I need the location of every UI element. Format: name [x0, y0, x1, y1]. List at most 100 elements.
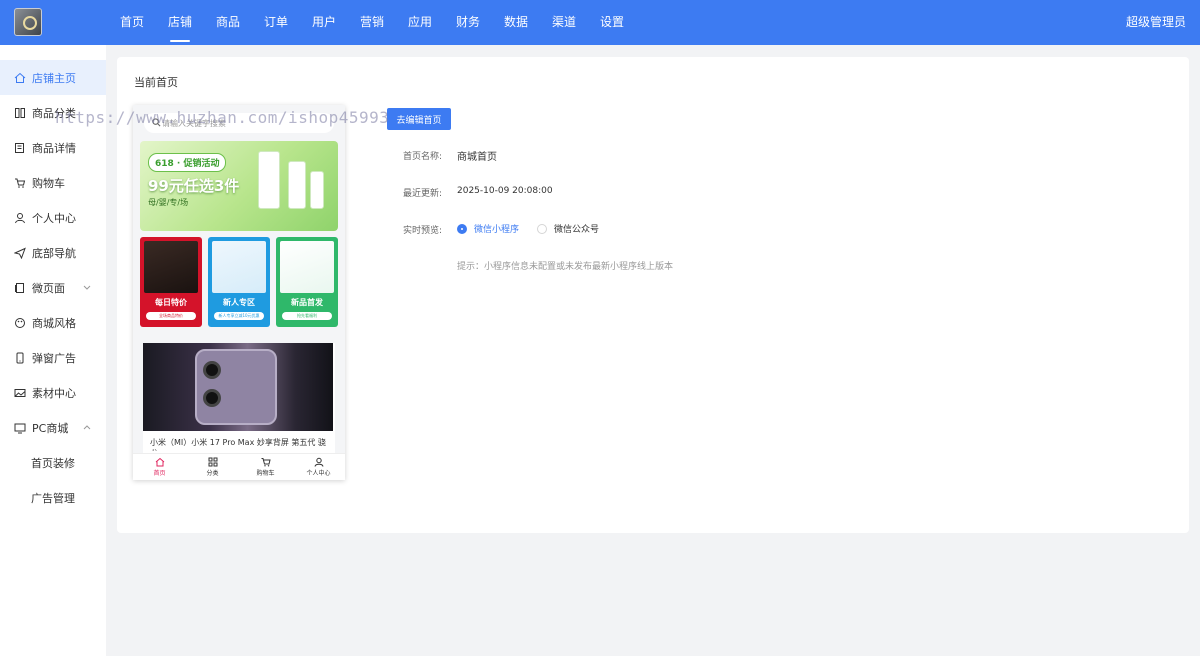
- phone-search-placeholder: 请输入关键字搜索: [162, 118, 226, 128]
- nav-item[interactable]: 订单: [252, 0, 300, 45]
- sidebar-item[interactable]: 商品详情: [0, 130, 106, 165]
- sidebar-item[interactable]: 弹窗广告: [0, 340, 106, 375]
- nav-item[interactable]: 设置: [588, 0, 636, 45]
- nav-item[interactable]: 店铺: [156, 0, 204, 45]
- sidebar-item-label: 微页面: [32, 281, 65, 295]
- top-navbar: 首页 店铺 商品 订单 用户 营销 应用 财务 数据 渠道 设置 超级管理员: [0, 0, 1200, 45]
- category-icon: [14, 107, 26, 119]
- sidebar-item-label: 弹窗广告: [32, 351, 76, 365]
- grid-icon: [186, 457, 239, 467]
- phone-tab-label: 个人中心: [306, 470, 331, 477]
- phone-tab[interactable]: 个人中心: [292, 454, 345, 480]
- tile-image: [212, 241, 266, 293]
- camera-lens: [203, 389, 221, 407]
- preview-label: 实时预览:: [403, 226, 443, 236]
- banner-product-image: [288, 161, 306, 209]
- promo-tile[interactable]: 新品首发 抢先看福利: [276, 237, 338, 327]
- phone-tab[interactable]: 首页: [133, 454, 186, 480]
- radio-dot: [537, 223, 547, 234]
- radio-label: 微信小程序: [474, 225, 520, 235]
- promo-tile[interactable]: 每日特价全场商品特价: [140, 237, 202, 327]
- nav-item[interactable]: 商品: [204, 0, 252, 45]
- monitor-icon: [14, 422, 26, 434]
- nav-item[interactable]: 应用: [396, 0, 444, 45]
- phone-tab[interactable]: 分类: [186, 454, 239, 480]
- camera-lens: [203, 361, 221, 379]
- sidebar-item[interactable]: 购物车: [0, 165, 106, 200]
- nav-item[interactable]: 首页: [108, 0, 156, 45]
- sidebar-item[interactable]: PC商城: [0, 410, 106, 445]
- image-icon: [14, 387, 26, 399]
- sidebar-item-label: 个人中心: [32, 211, 76, 225]
- name-label: 首页名称:: [403, 152, 443, 162]
- search-icon: [152, 118, 161, 127]
- phone-tab-label: 分类: [206, 470, 219, 477]
- tile-title: 每日特价: [155, 298, 187, 307]
- tile-subtitle: 全场商品特价: [146, 312, 196, 320]
- user-icon: [14, 212, 26, 224]
- tile-image: [144, 241, 198, 293]
- nav-item[interactable]: 用户: [300, 0, 348, 45]
- sidebar-item-label: 购物车: [32, 176, 65, 190]
- product-image: [143, 343, 333, 431]
- edit-homepage-button[interactable]: 去编辑首页: [387, 108, 451, 130]
- logo[interactable]: [14, 8, 42, 36]
- page-icon: [14, 282, 26, 294]
- promo-tiles: 每日特价 全场商品特价 新人专区 新人专享立减10元优惠 新品首发 抢先看福利: [140, 237, 338, 327]
- sidebar-item-label: PC商城: [32, 421, 69, 435]
- product-title: 小米（MI）小米 17 Pro Max 妙享背屏 第五代 骁龙: [150, 438, 326, 451]
- radio-wechat-official[interactable]: 微信公众号: [537, 222, 599, 235]
- phone-camera-image: [195, 349, 277, 425]
- sidebar-item-label: 商品分类: [32, 106, 76, 120]
- sidebar-item[interactable]: 商品分类: [0, 95, 106, 130]
- sidebar-item[interactable]: 广告管理: [0, 480, 106, 515]
- tile-title: 新人专区: [223, 298, 255, 307]
- nav-item[interactable]: 数据: [492, 0, 540, 45]
- nav-item[interactable]: 营销: [348, 0, 396, 45]
- updated-value: 2025-10-09 20:08:00: [457, 186, 553, 196]
- banner-product-image: [310, 171, 324, 209]
- sidebar-item[interactable]: 首页装修: [0, 445, 106, 480]
- radio-wechat-miniprogram[interactable]: 微信小程序: [457, 222, 519, 235]
- phone-tabbar: 首页 分类 购物车 个人中心: [133, 453, 345, 480]
- radio-label: 微信公众号: [554, 225, 600, 235]
- sidebar-item-label: 首页装修: [31, 456, 75, 470]
- cart-icon: [239, 457, 292, 467]
- send-icon: [14, 247, 26, 259]
- nav-item[interactable]: 财务: [444, 0, 492, 45]
- tile-title: 新品首发: [291, 298, 323, 307]
- phone-tab-label: 首页: [153, 470, 166, 477]
- nav-item[interactable]: 渠道: [540, 0, 588, 45]
- promo-tile[interactable]: 新人专区 新人专享立减10元优惠: [208, 237, 270, 327]
- sidebar-item[interactable]: 个人中心: [0, 200, 106, 235]
- sidebar-item-label: 广告管理: [31, 491, 75, 505]
- cart-icon: [14, 177, 26, 189]
- sidebar-item[interactable]: 素材中心: [0, 375, 106, 410]
- sidebar-item-label: 商品详情: [32, 141, 76, 155]
- sidebar-item[interactable]: 底部导航: [0, 235, 106, 270]
- sidebar-item-label: 底部导航: [32, 246, 76, 260]
- admin-user[interactable]: 超级管理员: [1126, 0, 1186, 45]
- sidebar-item[interactable]: 店铺主页: [0, 60, 106, 95]
- sidebar-item-label: 素材中心: [32, 386, 76, 400]
- main-card: 当前首页 请输入关键字搜索 618 · 促销活动 99元任选3件 母/婴/专/场…: [117, 57, 1189, 533]
- main-nav: 首页 店铺 商品 订单 用户 营销 应用 财务 数据 渠道 设置: [108, 0, 636, 45]
- phone-preview: 请输入关键字搜索 618 · 促销活动 99元任选3件 母/婴/专/场 每日特价…: [133, 105, 345, 480]
- palette-icon: [14, 317, 26, 329]
- home-icon: [133, 457, 186, 467]
- chevron-up-icon[interactable]: [82, 422, 92, 432]
- tile-image: [280, 241, 334, 293]
- home-icon: [14, 72, 26, 84]
- phone-tab[interactable]: 购物车: [239, 454, 292, 480]
- phone-tab-label: 购物车: [256, 470, 275, 477]
- promo-banner: 618 · 促销活动 99元任选3件 母/婴/专/场: [140, 141, 338, 231]
- product-card: 小米（MI）小米 17 Pro Max 妙享背屏 第五代 骁龙: [143, 343, 335, 453]
- mobile-icon: [14, 352, 26, 364]
- tile-subtitle: 抢先看福利: [282, 312, 332, 320]
- chevron-down-icon[interactable]: [82, 282, 92, 292]
- sidebar-item[interactable]: 微页面: [0, 270, 106, 305]
- user-icon: [292, 457, 345, 467]
- sidebar-item[interactable]: 商城风格: [0, 305, 106, 340]
- sidebar-item-label: 商城风格: [32, 316, 76, 330]
- detail-icon: [14, 142, 26, 154]
